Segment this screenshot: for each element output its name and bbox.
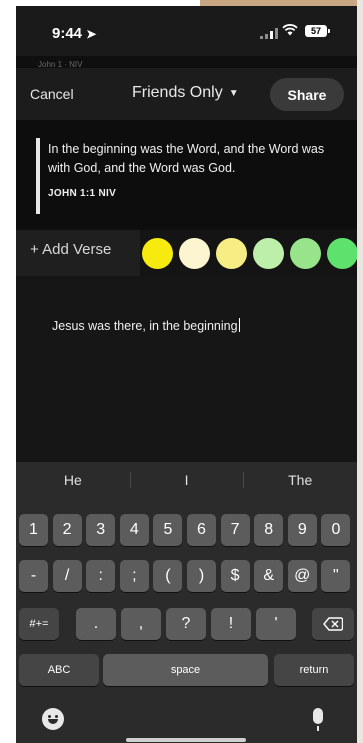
home-indicator [126, 738, 246, 742]
note-text: Jesus was there, in the beginning [52, 319, 238, 333]
highlight-row: + Add Verse [16, 230, 357, 276]
battery-icon: 57 [305, 25, 330, 37]
highlight-color-picker [140, 230, 357, 276]
note-editor[interactable]: Jesus was there, in the beginning [16, 276, 357, 466]
key[interactable]: 1 [19, 514, 48, 546]
abc-key[interactable]: ABC [19, 654, 99, 686]
highlight-color-swatch[interactable] [142, 237, 173, 269]
key[interactable]: ? [166, 608, 206, 640]
keyboard: He I The 1 2 3 4 5 6 7 8 9 0 - /:;() $ & @ " #+=.,?! ' ABC sp… [16, 462, 357, 743]
key[interactable]: 2 [52, 514, 82, 546]
key[interactable]: - [19, 560, 48, 592]
suggestion-item[interactable]: The [243, 462, 357, 498]
location-arrow-icon: ➤ [86, 27, 97, 41]
highlight-color-swatch[interactable] [253, 237, 284, 269]
audience-label: Friends Only [132, 84, 223, 101]
cancel-button[interactable]: Cancel [30, 86, 74, 102]
highlight-color-swatch[interactable] [179, 237, 210, 269]
key[interactable]: @ [287, 560, 317, 592]
cellular-signal-icon [260, 27, 278, 39]
key[interactable]: " [321, 560, 351, 592]
key[interactable]: , [121, 608, 161, 640]
return-key[interactable]: return [274, 654, 354, 686]
text-cursor [238, 318, 240, 332]
phone-screen: 9:44 ➤ 57 John 1 · NIV Cancel Friends On… [16, 6, 357, 743]
suggestion-bar: He I The [16, 462, 357, 498]
verse-quote-bar [36, 138, 40, 214]
key[interactable]: ; [119, 560, 149, 592]
key[interactable]: ! [211, 608, 251, 640]
delete-backspace-icon [323, 617, 343, 631]
chevron-down-icon: ▼ [228, 87, 239, 99]
key[interactable]: 5 [153, 514, 183, 546]
key[interactable]: 6 [187, 514, 216, 546]
key[interactable]: 3 [86, 514, 116, 546]
background-left [0, 0, 16, 743]
key[interactable]: 4 [119, 514, 149, 546]
microphone-icon[interactable] [313, 708, 323, 731]
add-verse-button[interactable]: + Add Verse [30, 241, 111, 258]
clock: 9:44 [52, 25, 83, 42]
emoji-icon[interactable] [42, 708, 64, 730]
key[interactable]: 7 [220, 514, 250, 546]
key[interactable]: ) [187, 560, 216, 592]
key[interactable]: 9 [287, 514, 317, 546]
key[interactable]: : [86, 560, 116, 592]
delete-key[interactable] [312, 608, 354, 640]
share-button[interactable]: Share [270, 78, 344, 111]
verse-text: In the beginning was the Word, and the W… [48, 142, 325, 175]
highlight-color-swatch[interactable] [216, 237, 247, 269]
wifi-icon [282, 23, 298, 39]
suggestion-item[interactable]: I [129, 462, 244, 498]
key[interactable]: ( [153, 560, 183, 592]
highlight-color-swatch[interactable] [290, 237, 321, 269]
verse-reference: JOHN 1:1 NIV [48, 188, 117, 199]
audience-dropdown[interactable]: Friends Only ▼ [132, 84, 239, 102]
key[interactable]: $ [220, 560, 250, 592]
background-right [357, 0, 363, 743]
key[interactable]: ' [256, 608, 296, 640]
verse-card: In the beginning was the Word, and the W… [16, 120, 357, 228]
space-key[interactable]: space [103, 654, 268, 686]
suggestion-item[interactable]: He [16, 462, 130, 498]
status-bar: 9:44 ➤ 57 [16, 6, 357, 56]
nav-bar: Cancel Friends Only ▼ Share [16, 68, 357, 120]
key[interactable]: . [76, 608, 116, 640]
symbols-toggle-key[interactable]: #+= [19, 608, 59, 640]
key[interactable]: 0 [321, 514, 351, 546]
key[interactable]: / [52, 560, 82, 592]
highlight-color-swatch[interactable] [327, 237, 357, 269]
key[interactable]: 8 [254, 514, 284, 546]
key[interactable]: & [254, 560, 284, 592]
